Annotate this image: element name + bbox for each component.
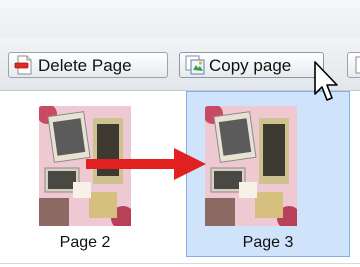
page-3-label: Page 3 [242,234,294,251]
delete-page-button[interactable]: Delete Page [8,52,168,78]
mouse-cursor-icon [314,61,338,101]
delete-page-icon [14,55,32,75]
scrapbook-thumbnail-image-copy [205,106,297,226]
copy-page-icon [185,55,205,75]
bottom-divider [0,263,360,264]
page-icon [355,56,360,74]
next-toolbar-button[interactable] [347,52,360,78]
window-top-bar [0,0,360,38]
delete-page-label: Delete Page [38,55,132,75]
page-2-label: Page 2 [59,234,111,251]
page-3-thumbnail[interactable] [205,106,297,226]
copy-page-label: Copy page [209,55,292,75]
page-thumbnail-area: Page 2 Page 3 [0,91,360,267]
copy-page-button[interactable]: Copy page [179,52,324,78]
toolbar: Delete Page Copy page [0,38,360,91]
copy-direction-arrow-icon [86,148,206,180]
